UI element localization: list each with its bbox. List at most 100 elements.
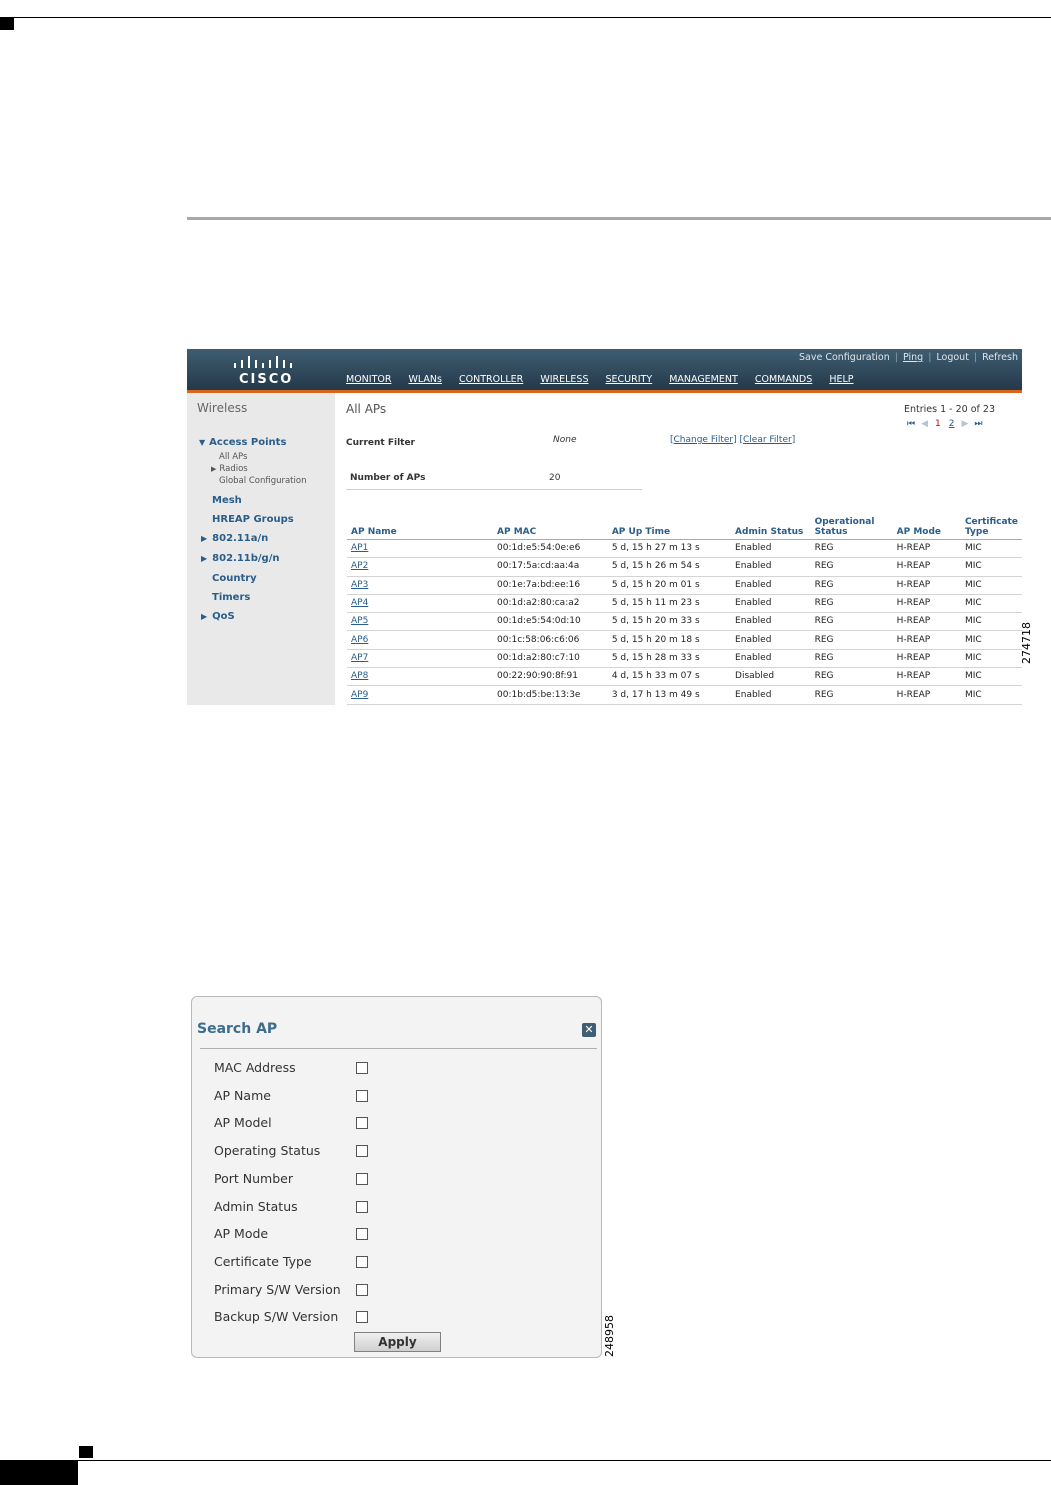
ap-name-link[interactable]: AP4 <box>351 598 368 608</box>
menu-security[interactable]: SECURITY <box>606 374 653 385</box>
certificate-type-cell: MIC <box>960 539 1022 559</box>
search-option-checkbox[interactable] <box>356 1145 368 1158</box>
column-header-admin-status[interactable]: Admin Status <box>731 512 811 540</box>
certificate-type-cell: MIC <box>960 612 1022 632</box>
sidebar-item-802-11a-n[interactable]: ▶ 802.11a/n <box>201 533 268 544</box>
ap-mode-cell: H-REAP <box>892 685 961 705</box>
sidebar-item-radios[interactable]: ▶ Radios <box>211 464 248 474</box>
sidebar-item-timers[interactable]: Timers <box>212 592 250 603</box>
refresh-link[interactable]: Refresh <box>982 352 1018 363</box>
sidebar-item-802-11b-g-n[interactable]: ▶ 802.11b/g/n <box>201 553 280 564</box>
operational-status-cell: REG <box>810 594 893 614</box>
menu-management[interactable]: MANAGEMENT <box>669 374 738 385</box>
ap-mode-cell: H-REAP <box>892 557 961 577</box>
sidebar-item-hreap-groups[interactable]: HREAP Groups <box>212 514 294 525</box>
sidebar-item-mesh[interactable]: Mesh <box>212 495 242 506</box>
search-option-checkbox[interactable] <box>356 1255 368 1268</box>
table-header-row: AP Name AP MAC AP Up Time Admin Status O… <box>347 512 1022 540</box>
search-option-checkbox[interactable] <box>356 1228 368 1241</box>
number-of-aps-label: Number of APs <box>350 473 426 483</box>
ap-name-link[interactable]: AP6 <box>351 635 368 645</box>
current-filter-label: Current Filter <box>346 438 415 448</box>
ap-name-cell: AP8 <box>347 667 494 687</box>
ap-up-time-cell: 4 d, 15 h 33 m 07 s <box>607 667 732 687</box>
ap-name-cell: AP6 <box>347 630 494 650</box>
search-option-checkbox[interactable] <box>356 1089 368 1102</box>
operational-status-cell: REG <box>810 667 893 687</box>
sidebar-item-global-configuration[interactable]: Global Configuration <box>219 476 306 486</box>
sidebar-item-qos[interactable]: ▶ QoS <box>201 611 235 622</box>
menu-wireless[interactable]: WIRELESS <box>540 374 588 385</box>
menu-controller[interactable]: CONTROLLER <box>459 374 523 385</box>
main-menu: MONITOR WLANs CONTROLLER WIRELESS SECURI… <box>346 374 868 385</box>
certificate-type-cell: MIC <box>960 649 1022 669</box>
clear-filter-link[interactable]: Clear Filter <box>743 435 792 445</box>
search-option-label: Certificate Type <box>214 1253 312 1269</box>
search-ap-dialog: Search AP ✕ MAC Address AP Name AP Model Op… <box>191 996 602 1358</box>
column-header-ap-name[interactable]: AP Name <box>347 512 494 540</box>
save-configuration-link[interactable]: Save Configuration <box>799 352 890 363</box>
search-option-checkbox[interactable] <box>356 1117 368 1130</box>
admin-status-cell: Enabled <box>731 630 811 650</box>
logout-link[interactable]: Logout <box>936 352 969 363</box>
pagination: ⏮ ◀ 1 2 ▶ ⏭ <box>904 419 986 429</box>
last-page-icon[interactable]: ⏭ <box>974 419 982 429</box>
ping-link[interactable]: Ping <box>903 352 923 363</box>
certificate-type-cell: MIC <box>960 557 1022 577</box>
section-rule <box>187 217 1051 220</box>
search-option-checkbox[interactable] <box>356 1062 368 1074</box>
column-header-operational-status[interactable]: Operational Status <box>810 512 893 540</box>
entries-count: Entries 1 - 20 of 23 <box>904 404 995 415</box>
search-option-checkbox[interactable] <box>356 1172 368 1185</box>
sidebar-item-all-aps[interactable]: All APs <box>219 452 247 462</box>
column-header-ap-up-time[interactable]: AP Up Time <box>607 512 732 540</box>
column-header-ap-mac[interactable]: AP MAC <box>493 512 608 540</box>
search-option-checkbox[interactable] <box>356 1311 368 1324</box>
ap-name-link[interactable]: AP3 <box>351 580 368 590</box>
header-marker <box>0 18 14 30</box>
ap-name-link[interactable]: AP2 <box>351 561 368 571</box>
sidebar-item-access-points[interactable]: ▼ Access Points <box>199 437 286 448</box>
certificate-type-cell: MIC <box>960 576 1022 595</box>
ap-name-cell: AP1 <box>347 539 494 559</box>
column-header-ap-mode[interactable]: AP Mode <box>892 512 961 540</box>
operational-status-cell: REG <box>810 685 893 705</box>
table-row: AP8 00:22:90:90:8f:91 4 d, 15 h 33 m 07 sD… <box>347 667 1022 687</box>
close-icon[interactable]: ✕ <box>582 1023 596 1037</box>
current-filter-value: None <box>553 435 577 445</box>
ap-mode-cell: H-REAP <box>892 594 961 614</box>
column-header-certificate-type[interactable]: Certificate Type <box>960 512 1022 540</box>
ap-name-link[interactable]: AP9 <box>351 690 368 700</box>
admin-status-cell: Enabled <box>731 649 811 669</box>
search-option-label: AP Model <box>214 1115 272 1131</box>
first-page-icon[interactable]: ⏮ <box>907 419 915 429</box>
menu-monitor[interactable]: MONITOR <box>346 374 391 385</box>
ap-mac-cell: 00:1d:a2:80:ca:a2 <box>493 594 608 614</box>
menu-commands[interactable]: COMMANDS <box>755 374 812 385</box>
search-option-checkbox[interactable] <box>356 1283 368 1296</box>
ap-mac-cell: 00:1c:58:06:c6:06 <box>493 630 608 650</box>
apply-button[interactable]: Apply <box>354 1332 441 1352</box>
search-option-label: MAC Address <box>214 1060 296 1075</box>
ap-mac-cell: 00:1d:e5:54:0d:10 <box>493 612 608 632</box>
number-of-aps-value: 20 <box>549 473 561 483</box>
menu-wlans[interactable]: WLANs <box>409 374 442 385</box>
sidebar-item-country[interactable]: Country <box>212 573 257 584</box>
ap-name-link[interactable]: AP5 <box>351 616 368 626</box>
operational-status-cell: REG <box>810 612 893 632</box>
change-filter-link[interactable]: Change Filter <box>674 435 734 445</box>
ap-name-link[interactable]: AP8 <box>351 671 368 681</box>
cisco-logo-text: CISCO <box>239 372 294 387</box>
dialog-title: Search AP <box>197 1021 278 1037</box>
page-2-link[interactable]: 2 <box>949 419 955 429</box>
search-option-checkbox[interactable] <box>356 1200 368 1213</box>
next-page-icon[interactable]: ▶ <box>962 419 969 429</box>
ap-name-link[interactable]: AP1 <box>351 543 368 553</box>
menu-help[interactable]: HELP <box>829 374 853 385</box>
ap-table-body: AP1 00:1d:e5:54:0e:e6 5 d, 15 h 27 m 13 sE… <box>347 539 1022 705</box>
ap-mac-cell: 00:1e:7a:bd:ee:16 <box>493 576 608 595</box>
ap-mode-cell: H-REAP <box>892 649 961 669</box>
previous-page-icon[interactable]: ◀ <box>921 419 928 429</box>
collapsed-triangle-icon: ▶ <box>211 465 217 473</box>
ap-name-link[interactable]: AP7 <box>351 653 368 663</box>
